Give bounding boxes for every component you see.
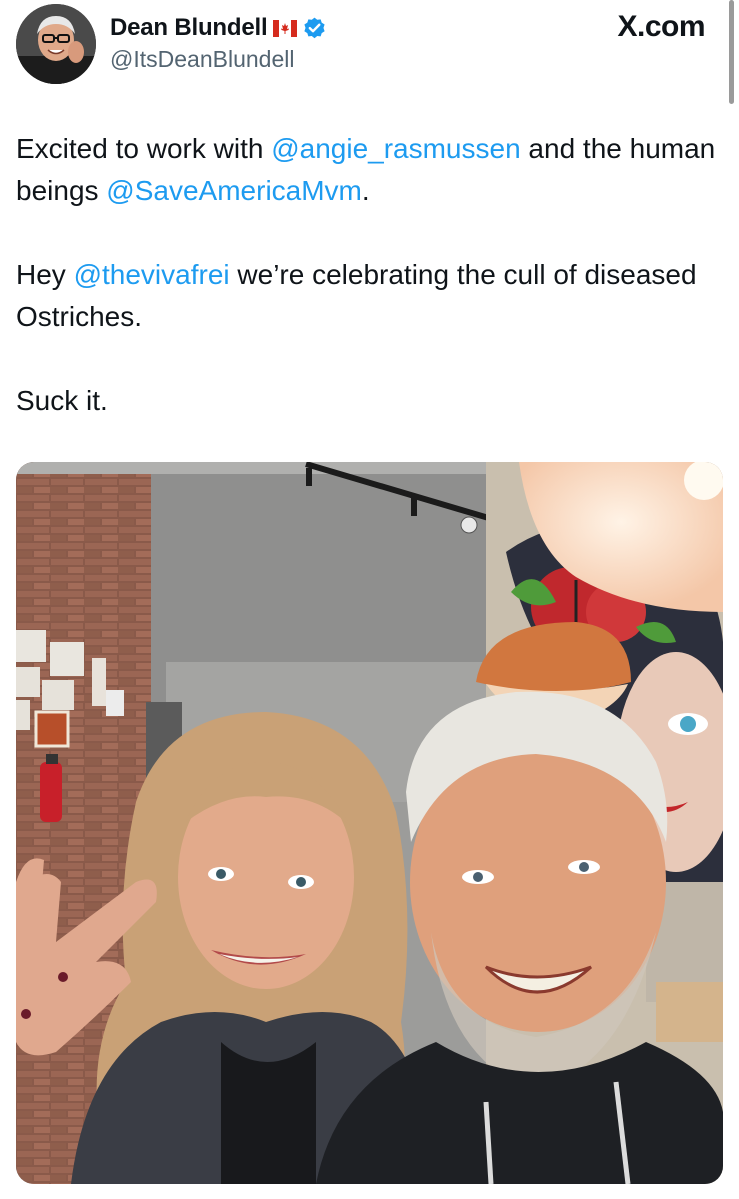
tweet-text: Excited to work with @angie_rasmussen an…: [16, 128, 716, 464]
verified-badge-icon: [302, 16, 327, 41]
selfie-photo-image: [16, 462, 723, 1184]
xcom-logo: X.com: [617, 10, 705, 43]
tweet-paragraph-1: Excited to work with @angie_rasmussen an…: [16, 128, 716, 212]
tweet-text-segment: .: [361, 175, 370, 206]
author-handle[interactable]: @ItsDeanBlundell: [110, 46, 294, 73]
canada-flag-icon: [273, 19, 298, 37]
mention-link-thevivafrei[interactable]: @thevivafrei: [74, 259, 230, 290]
author-avatar[interactable]: [16, 4, 96, 84]
tweet-paragraph-3: Suck it.: [16, 385, 108, 416]
avatar-image: [16, 4, 96, 84]
scrollbar-thumb[interactable]: [729, 0, 734, 104]
tweet-photo[interactable]: [16, 462, 723, 1184]
post-header: Dean Blundell @ItsDeanBlundell X.com: [0, 0, 739, 104]
author-name-row: Dean Blundell: [110, 10, 327, 46]
mention-link-saveamericamvm[interactable]: @SaveAmericaMvm: [106, 175, 362, 206]
author-name[interactable]: Dean Blundell: [110, 14, 268, 42]
tweet-text-segment: Excited to work with: [16, 133, 272, 164]
tweet-text-segment: Hey: [16, 259, 74, 290]
mention-link-angie-rasmussen[interactable]: @angie_rasmussen: [271, 133, 520, 164]
tweet-paragraph-2: Hey @thevivafrei we’re celebrating the c…: [16, 254, 716, 338]
